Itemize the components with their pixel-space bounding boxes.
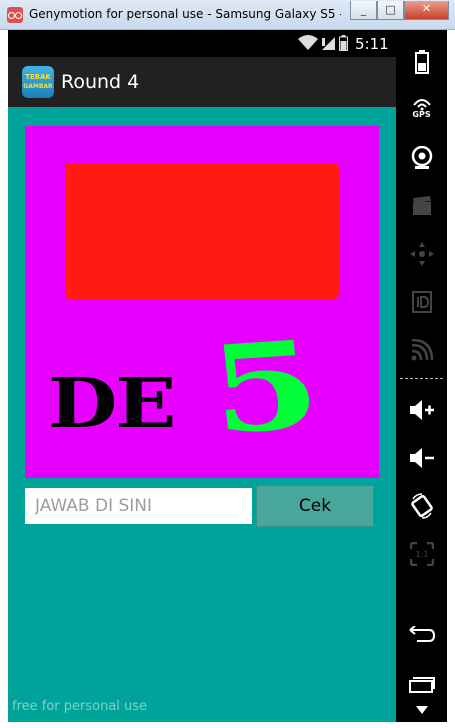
signal-icon <box>322 37 335 50</box>
window-title: Genymotion for personal use - Samsung Ga… <box>29 7 341 21</box>
volume-down-icon <box>409 448 434 468</box>
app-logo-line1: TEBAK <box>25 73 51 81</box>
action-bar: TEBAK GAMBAR Round 4 <box>8 57 396 107</box>
scale-icon: 1:1 <box>409 542 434 566</box>
id-icon <box>411 291 432 313</box>
maximize-icon: □ <box>385 3 396 16</box>
menu-button[interactable] <box>396 698 447 722</box>
menu-icon <box>415 706 428 714</box>
window-controls: _ □ ✕ <box>350 1 449 20</box>
check-button[interactable]: Cek <box>256 485 374 527</box>
minimize-button[interactable]: _ <box>350 1 377 20</box>
status-time: 5:11 <box>355 35 389 53</box>
window-title-bar[interactable]: Genymotion for personal use - Samsung Ga… <box>0 0 455 30</box>
device-frame: 5:11 TEBAK GAMBAR Round 4 DE 5 Cek free … <box>8 30 447 722</box>
back-icon <box>408 626 435 642</box>
cast-icon <box>411 339 433 361</box>
webcam-button[interactable] <box>396 140 447 176</box>
sidebar-separator <box>400 378 443 379</box>
battery-icon <box>414 50 429 74</box>
close-button[interactable]: ✕ <box>404 1 449 20</box>
recent-apps-button[interactable] <box>396 666 447 702</box>
rotate-button[interactable] <box>396 488 447 524</box>
rotate-icon <box>410 493 433 519</box>
back-button[interactable] <box>396 616 447 652</box>
status-bar: 5:11 <box>8 30 396 57</box>
battery-status-icon <box>339 35 348 51</box>
cast-button[interactable] <box>396 332 447 368</box>
maximize-button[interactable]: □ <box>377 1 404 20</box>
answer-input[interactable] <box>25 488 252 524</box>
puzzle-clue-text: DE <box>48 363 176 443</box>
puzzle-image: DE 5 <box>25 126 379 478</box>
app-logo-line2: GAMBAR <box>23 83 53 90</box>
svg-text:1:1: 1:1 <box>415 550 428 559</box>
puzzle-red-box <box>65 163 339 299</box>
volume-down-button[interactable] <box>396 440 447 476</box>
emulator-sidebar: GPS 1:1 <box>396 30 447 722</box>
minimize-icon: _ <box>360 3 367 16</box>
watermark: free for personal use <box>12 699 148 714</box>
webcam-icon <box>411 146 432 169</box>
volume-up-icon <box>409 400 434 420</box>
app-logo-icon[interactable]: TEBAK GAMBAR <box>22 66 54 98</box>
media-icon <box>412 196 431 215</box>
device-id-button[interactable] <box>396 284 447 320</box>
dpad-icon <box>409 242 434 266</box>
scale-button[interactable]: 1:1 <box>396 536 447 572</box>
wifi-icon <box>298 35 318 50</box>
gps-label: GPS <box>412 110 431 119</box>
page-title: Round 4 <box>61 71 140 93</box>
genymotion-icon <box>7 7 23 23</box>
recent-apps-icon <box>408 677 435 693</box>
media-button[interactable] <box>396 188 447 224</box>
battery-button[interactable] <box>396 44 447 80</box>
dpad-button[interactable] <box>396 236 447 272</box>
main-content: DE 5 Cek free for personal use <box>8 107 396 722</box>
volume-up-button[interactable] <box>396 392 447 428</box>
close-icon: ✕ <box>421 2 432 15</box>
puzzle-clue-number: 5 <box>202 313 328 462</box>
